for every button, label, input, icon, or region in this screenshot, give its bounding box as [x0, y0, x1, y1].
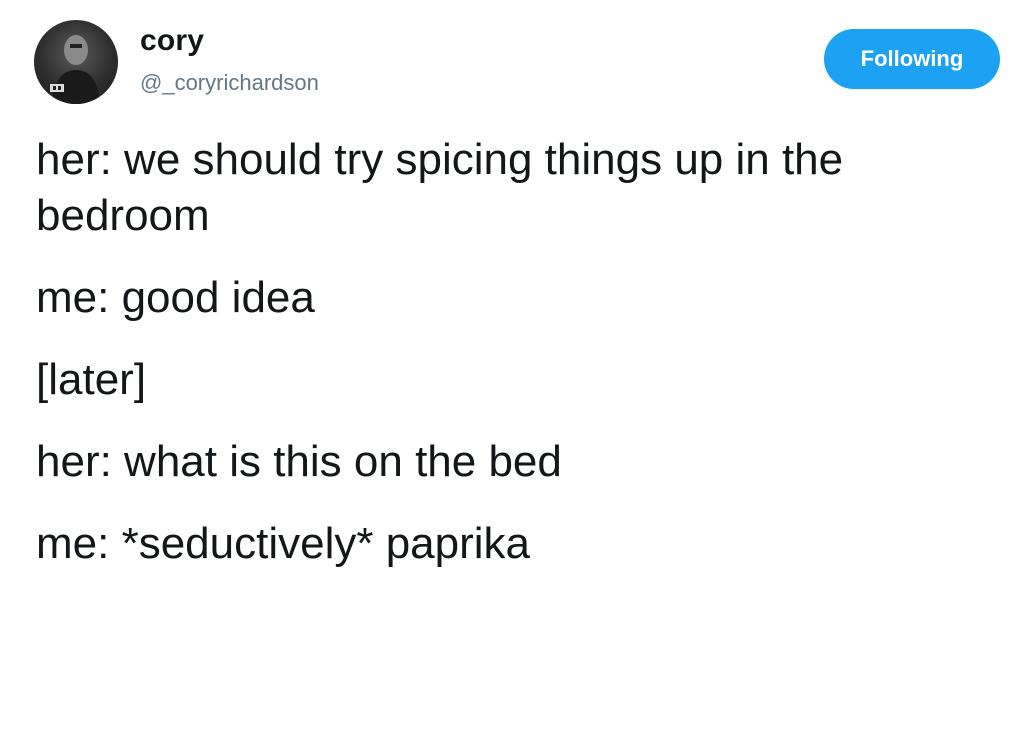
- tweet-line: her: we should try spicing things up in …: [36, 135, 844, 240]
- author-handle[interactable]: @_coryrichardson: [140, 70, 319, 96]
- tweet-line: me: good idea: [36, 273, 315, 322]
- tweet-line: [later]: [36, 355, 147, 404]
- author-name[interactable]: cory: [140, 24, 204, 58]
- tweet-line: me: *seductively* paprika: [36, 519, 531, 568]
- following-button[interactable]: Following: [824, 29, 1000, 89]
- tweet-card: cory @_coryrichardson Following her: we …: [0, 0, 1017, 734]
- tweet-line: her: what is this on the bed: [36, 437, 562, 486]
- tweet-text: her: we should try spicing things up in …: [36, 132, 996, 598]
- tweet-header: cory @_coryrichardson Following: [34, 20, 1004, 112]
- avatar[interactable]: [34, 20, 118, 104]
- person-silhouette-icon: [50, 35, 100, 104]
